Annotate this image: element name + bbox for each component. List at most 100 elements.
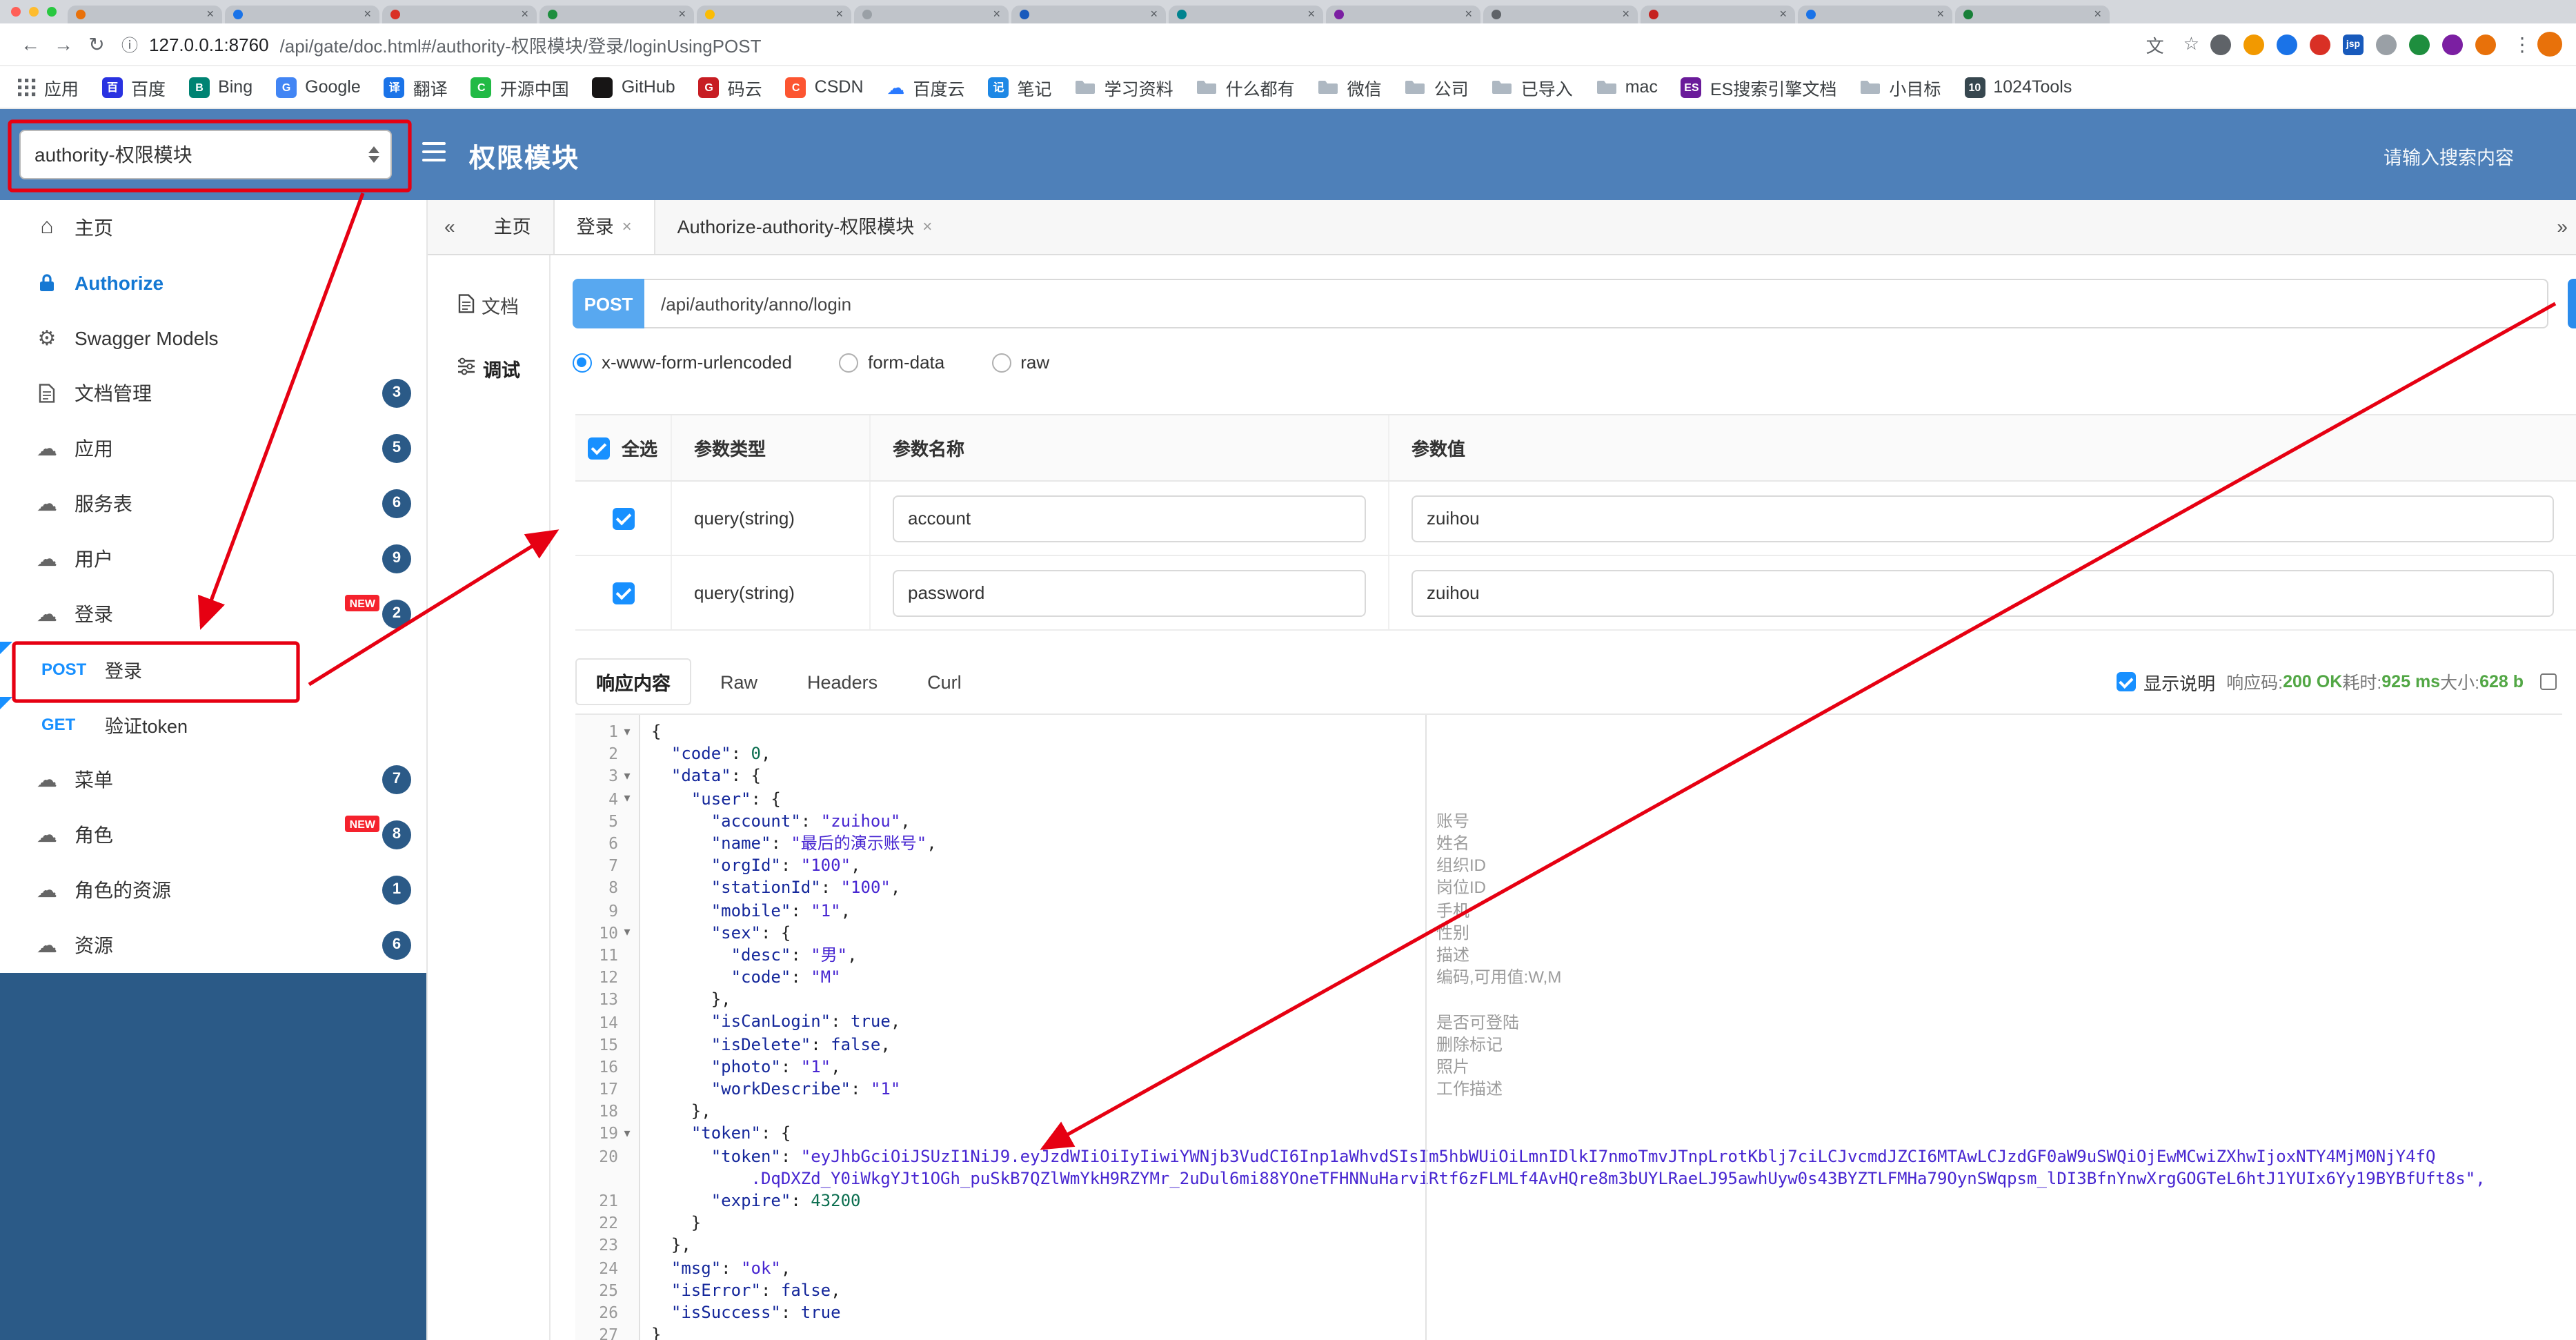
response-tab-curl[interactable]: Curl	[906, 662, 982, 702]
tab-close-icon[interactable]: ×	[1622, 8, 1629, 21]
fold-caret-icon[interactable]: ▾	[620, 791, 635, 806]
sidebar-item-role[interactable]: ☁ 角色 NEW 8	[0, 807, 426, 863]
maximize-window-icon[interactable]	[47, 7, 57, 17]
bookmark-gitee[interactable]: G 码云	[698, 74, 762, 100]
tabs-scroll-right-icon[interactable]: »	[2557, 200, 2568, 254]
tab-login[interactable]: 登录 ×	[553, 200, 655, 254]
browser-tab[interactable]: ×	[1955, 6, 2110, 23]
tab-close-icon[interactable]: ×	[1936, 8, 1944, 21]
reload-icon[interactable]: ↻	[80, 32, 113, 56]
bookmark-star-icon[interactable]: ☆	[2183, 33, 2199, 55]
fold-caret-icon[interactable]: ▾	[620, 925, 635, 940]
bookmark-mac[interactable]: mac	[1596, 77, 1658, 97]
tabs-scroll-left-icon[interactable]: «	[428, 200, 472, 254]
browser-tab[interactable]: ×	[382, 6, 537, 23]
bookmark-es-docs[interactable]: ES ES搜索引擎文档	[1681, 74, 1836, 100]
show-description-toggle[interactable]: 显示说明	[2116, 669, 2215, 695]
row-checkbox[interactable]	[612, 507, 634, 529]
tab-close-icon[interactable]: ×	[622, 200, 632, 254]
tab-close-icon[interactable]: ×	[993, 8, 1000, 21]
extension-icon[interactable]	[2376, 34, 2397, 55]
bookmark-1024tools[interactable]: 10 1024Tools	[1964, 77, 2072, 97]
bookmark-bing[interactable]: B Bing	[189, 77, 252, 97]
response-tab-raw[interactable]: Raw	[700, 662, 778, 702]
browser-tab[interactable]: ×	[1798, 6, 1952, 23]
sidebar-item-menu[interactable]: ☁ 菜单 7	[0, 752, 426, 807]
bookmark-oschina[interactable]: C 开源中国	[470, 74, 569, 100]
sidebar-item-home[interactable]: ⌂ 主页	[0, 200, 426, 255]
content-type-raw[interactable]: raw	[991, 352, 1049, 373]
sidebar-item-document-manage[interactable]: 文档管理 3	[0, 366, 426, 421]
show-description-checkbox[interactable]	[2116, 672, 2136, 691]
bookmark-csdn[interactable]: C CSDN	[785, 77, 864, 97]
bookmark-github[interactable]: GitHub	[592, 77, 675, 97]
browser-menu-icon[interactable]: ⋮	[2513, 32, 2532, 56]
browser-tab[interactable]: ×	[225, 6, 379, 23]
tab-close-icon[interactable]: ×	[922, 200, 932, 254]
browser-tab[interactable]: ×	[539, 6, 694, 23]
sidebar-item-authorize[interactable]: Authorize	[0, 255, 426, 311]
radio-icon[interactable]	[838, 353, 858, 372]
extension-icon[interactable]	[2310, 34, 2330, 55]
bookmark-wechat[interactable]: 微信	[1318, 74, 1382, 100]
fold-caret-icon[interactable]: ▾	[620, 769, 635, 784]
browser-tab[interactable]: ×	[854, 6, 1009, 23]
tab-home[interactable]: 主页	[472, 200, 553, 254]
param-name-input[interactable]	[893, 495, 1366, 542]
search-input[interactable]: 请输入搜索内容	[2384, 142, 2514, 170]
browser-tab[interactable]: ×	[1169, 6, 1323, 23]
browser-tab[interactable]: ×	[68, 6, 222, 23]
tab-close-icon[interactable]: ×	[1307, 8, 1315, 21]
browser-tab[interactable]: ×	[1326, 6, 1480, 23]
param-value-input[interactable]	[1411, 569, 2554, 616]
rail-item-debug[interactable]: 调试	[428, 341, 549, 396]
param-value-input[interactable]	[1411, 495, 2554, 542]
select-all-checkbox[interactable]	[588, 437, 611, 459]
back-icon[interactable]: ←	[14, 33, 47, 55]
tab-close-icon[interactable]: ×	[835, 8, 843, 21]
extension-icon[interactable]	[2277, 34, 2297, 55]
window-controls[interactable]	[11, 0, 57, 23]
bookmark-apps[interactable]: 应用	[17, 74, 79, 100]
profile-avatar[interactable]	[2537, 32, 2562, 57]
hamburger-menu-icon[interactable]	[422, 142, 446, 162]
tab-authorize-authority[interactable]: Authorize-authority-权限模块 ×	[655, 200, 955, 254]
bookmark-study-materials[interactable]: 学习资料	[1076, 74, 1173, 100]
extension-icon[interactable]	[2210, 34, 2231, 55]
bookmark-baidu[interactable]: 百百度	[102, 74, 166, 100]
module-select[interactable]: authority-权限模块	[19, 130, 392, 179]
browser-tab[interactable]: ×	[697, 6, 851, 23]
minimize-window-icon[interactable]	[29, 7, 39, 17]
browser-tab[interactable]: ×	[1641, 6, 1795, 23]
bookmark-translate[interactable]: 译翻译	[384, 74, 448, 100]
fold-caret-icon[interactable]: ▾	[620, 1126, 635, 1141]
rail-item-doc[interactable]: 文档	[428, 277, 549, 333]
bookmark-small-goal[interactable]: 小目标	[1860, 74, 1941, 100]
fullscreen-icon[interactable]	[2540, 673, 2557, 690]
url-field[interactable]: ⓘ 127.0.0.1:8760 /api/gate/doc.html#/aut…	[121, 31, 2199, 57]
tab-close-icon[interactable]: ×	[206, 8, 214, 21]
bookmark-baidu-cloud[interactable]: ☁ 百度云	[887, 74, 965, 100]
site-info-icon[interactable]: ⓘ	[121, 32, 138, 56]
translate-icon[interactable]: 文	[2146, 31, 2164, 57]
sidebar-item-application[interactable]: ☁ 应用 5	[0, 421, 426, 476]
extension-icon[interactable]	[2442, 34, 2463, 55]
bookmark-imported[interactable]: 已导入	[1492, 74, 1573, 100]
close-window-icon[interactable]	[11, 7, 21, 17]
sidebar-item-role-resources[interactable]: ☁ 角色的资源 1	[0, 863, 426, 918]
tab-close-icon[interactable]: ×	[364, 8, 371, 21]
tab-close-icon[interactable]: ×	[1465, 8, 1472, 21]
bookmark-notes[interactable]: 记笔记	[988, 74, 1052, 100]
tab-close-icon[interactable]: ×	[521, 8, 528, 21]
browser-tab[interactable]: ×	[1011, 6, 1166, 23]
bookmark-google[interactable]: G Google	[276, 77, 361, 97]
extension-icon[interactable]	[2243, 34, 2264, 55]
sidebar-item-swagger-models[interactable]: ⚙ Swagger Models	[0, 311, 426, 366]
bookmark-everything[interactable]: 什么都有	[1197, 74, 1295, 100]
extension-icon[interactable]: jsp	[2343, 34, 2364, 55]
sidebar-item-login[interactable]: ☁ 登录 NEW 2	[0, 587, 426, 642]
row-checkbox[interactable]	[612, 582, 634, 604]
response-tab-response-content[interactable]: 响应内容	[575, 658, 691, 705]
tab-close-icon[interactable]: ×	[2094, 8, 2101, 21]
bookmark-company[interactable]: 公司	[1405, 74, 1469, 100]
